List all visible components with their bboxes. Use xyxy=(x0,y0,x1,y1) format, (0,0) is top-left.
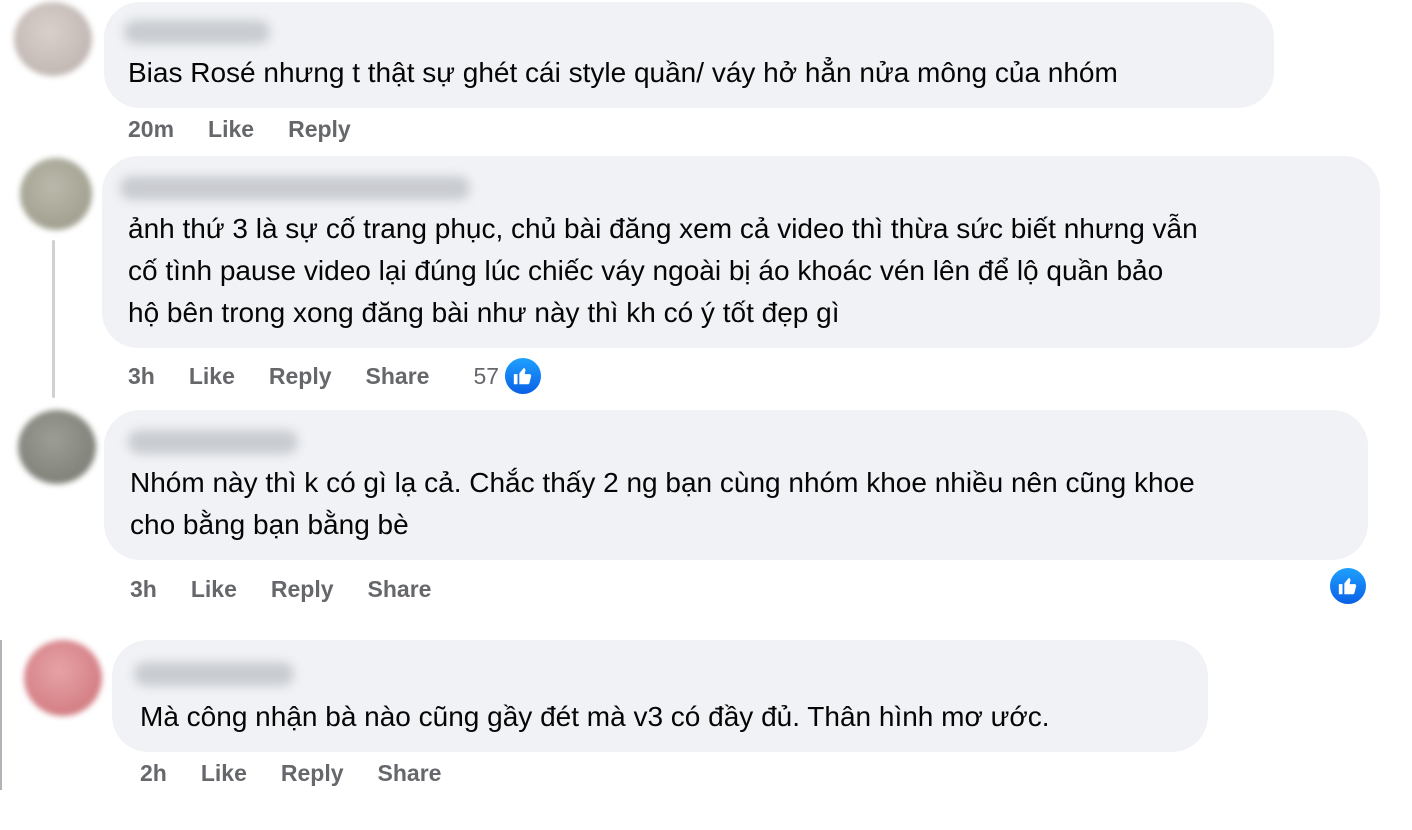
comment-bubble: Mà công nhận bà nào cũng gầy đét mà v3 c… xyxy=(112,640,1208,752)
share-button[interactable]: Share xyxy=(368,576,432,603)
comment-timestamp[interactable]: 2h xyxy=(140,760,167,787)
comment-bubble: ảnh thứ 3 là sự cố trang phục, chủ bài đ… xyxy=(102,156,1380,348)
like-button[interactable]: Like xyxy=(201,760,247,787)
author-name[interactable] xyxy=(120,176,470,200)
comment-text: Nhóm này thì k có gì lạ cả. Chắc thấy 2 … xyxy=(130,467,1195,540)
author-name[interactable] xyxy=(134,662,294,686)
reply-button[interactable]: Reply xyxy=(288,116,351,143)
thumbs-up-icon[interactable] xyxy=(503,356,544,396)
comment-actions: 3h Like Reply Share xyxy=(130,576,465,603)
thumbs-up-icon[interactable] xyxy=(1328,566,1368,606)
comment-actions: 2h Like Reply Share xyxy=(140,760,475,787)
reply-button[interactable]: Reply xyxy=(281,760,344,787)
reply-button[interactable]: Reply xyxy=(271,576,334,603)
like-button[interactable]: Like xyxy=(189,363,235,390)
like-button[interactable]: Like xyxy=(191,576,237,603)
comment-text: Mà công nhận bà nào cũng gầy đét mà v3 c… xyxy=(140,701,1050,732)
share-button[interactable]: Share xyxy=(378,760,442,787)
share-button[interactable]: Share xyxy=(366,363,430,390)
avatar[interactable] xyxy=(18,410,96,484)
reply-button[interactable]: Reply xyxy=(269,363,332,390)
comment-actions: 20m Like Reply xyxy=(128,116,385,143)
avatar[interactable] xyxy=(24,640,102,716)
comment-actions: 3h Like Reply Share 57 xyxy=(128,356,544,396)
reaction-count[interactable]: 57 xyxy=(473,363,499,390)
comment-timestamp[interactable]: 3h xyxy=(130,576,157,603)
thread-connector-line xyxy=(52,240,55,398)
comment-bubble: Bias Rosé nhưng t thật sự ghét cái style… xyxy=(104,2,1274,108)
author-name[interactable] xyxy=(128,430,298,454)
like-button[interactable]: Like xyxy=(208,116,254,143)
comment-timestamp[interactable]: 3h xyxy=(128,363,155,390)
comment-text: ảnh thứ 3 là sự cố trang phục, chủ bài đ… xyxy=(128,213,1198,328)
thread-edge-line xyxy=(0,640,2,790)
comment-thread: Bias Rosé nhưng t thật sự ghét cái style… xyxy=(0,0,1412,830)
comment-timestamp[interactable]: 20m xyxy=(128,116,174,143)
comment-bubble: Nhóm này thì k có gì lạ cả. Chắc thấy 2 … xyxy=(104,410,1368,560)
avatar[interactable] xyxy=(20,158,92,230)
avatar[interactable] xyxy=(14,2,92,76)
comment-text: Bias Rosé nhưng t thật sự ghét cái style… xyxy=(128,57,1118,88)
author-name[interactable] xyxy=(124,20,270,44)
